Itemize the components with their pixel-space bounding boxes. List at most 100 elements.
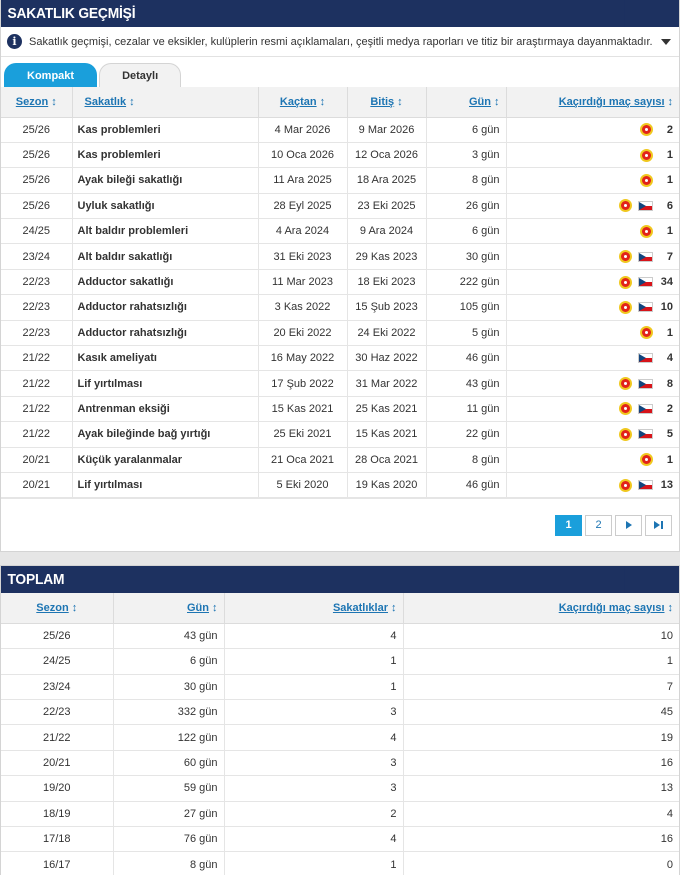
injury-cell: Ayak bileği sakatlığı: [72, 167, 259, 194]
czech-flag-icon[interactable]: [638, 378, 653, 389]
czech-flag-icon[interactable]: [638, 200, 653, 211]
days-cell: 76 gün: [113, 826, 225, 853]
missed-count: 1: [666, 453, 673, 466]
days-cell: 27 gün: [113, 801, 225, 827]
missed-games: 8: [513, 377, 673, 391]
days-cell: 222 gün: [426, 269, 507, 296]
from-date-cell: 16 May 2022: [258, 345, 348, 372]
injuries-cell: 1: [224, 674, 404, 701]
club-crest-icon[interactable]: [619, 427, 632, 441]
missed-count: 2: [666, 402, 673, 415]
from-date-cell: 17 Şub 2022: [258, 370, 348, 397]
col-header-season[interactable]: Sezon ↕: [1, 87, 73, 118]
until-date-cell: 12 Oca 2026: [347, 142, 427, 169]
last-page-button[interactable]: [645, 514, 672, 536]
table-row: 20/21 Lif yırtılması 5 Eki 2020 19 Kas 2020…: [1, 472, 679, 499]
missed-games: 1: [513, 326, 673, 340]
from-date-cell: 11 Mar 2023: [258, 269, 348, 296]
missed-cell: 19: [403, 724, 679, 751]
season-cell: 20/21: [1, 472, 73, 499]
czech-flag-icon[interactable]: [638, 403, 653, 414]
season-cell: 20/21: [1, 750, 114, 777]
days-cell: 105 gün: [426, 294, 507, 321]
info-bar[interactable]: i Sakatlık geçmişi, cezalar ve eksikler,…: [1, 27, 679, 57]
col-header-missed[interactable]: Kaçırdığı maç sayısı ↕: [506, 87, 679, 118]
col-header-missed[interactable]: Kaçırdığı maç sayısı ↕: [403, 593, 679, 624]
col-header-injury[interactable]: Sakatlık ↕: [72, 87, 259, 118]
injuries-cell: 4: [224, 623, 404, 650]
season-cell: 19/20: [1, 775, 114, 802]
missed-cell: 1: [506, 142, 679, 169]
czech-flag-icon[interactable]: [638, 429, 653, 440]
injury-cell: Uyluk sakatlığı: [72, 193, 259, 220]
until-date-cell: 15 Şub 2023: [347, 294, 427, 321]
injury-history-box: SAKATLIK GEÇMİŞİ i Sakatlık geçmişi, cez…: [0, 0, 680, 553]
total-title: TOPLAM: [1, 566, 625, 594]
missed-cell: 16: [403, 750, 679, 777]
missed-cell: 1: [506, 218, 679, 245]
table-row: 22/23 Adductor sakatlığı 11 Mar 2023 18 Eki…: [1, 269, 679, 296]
missed-games: 2: [513, 123, 673, 137]
club-crest-icon[interactable]: [619, 300, 632, 314]
injury-cell: Alt baldır sakatlığı: [72, 243, 259, 270]
missed-games: 4: [513, 352, 673, 364]
czech-flag-icon[interactable]: [638, 353, 653, 364]
injuries-cell: 1: [224, 851, 404, 875]
total-header: TOPLAM: [1, 566, 679, 594]
club-crest-icon[interactable]: [619, 377, 632, 391]
missed-cell: 7: [403, 674, 679, 701]
missed-cell: 10: [506, 294, 679, 321]
col-header-until[interactable]: Bitiş ↕: [347, 87, 427, 118]
col-header-days[interactable]: Gün ↕: [426, 87, 507, 118]
injury-cell: Antrenman eksiği: [72, 396, 259, 423]
next-page-button[interactable]: [615, 514, 642, 536]
club-crest-icon[interactable]: [619, 250, 632, 264]
table-row: 18/19 27 gün 2 4: [1, 801, 679, 827]
days-cell: 3 gün: [426, 142, 507, 169]
czech-flag-icon[interactable]: [638, 480, 653, 491]
czech-flag-icon[interactable]: [638, 302, 653, 313]
injury-history-title: SAKATLIK GEÇMİŞİ: [1, 0, 625, 27]
until-date-cell: 24 Eki 2022: [347, 320, 427, 347]
club-crest-icon[interactable]: [619, 402, 632, 416]
missed-cell: 1: [506, 447, 679, 473]
chevron-down-icon[interactable]: [661, 38, 671, 45]
czech-flag-icon[interactable]: [638, 277, 653, 288]
missed-count: 6: [666, 199, 673, 212]
sort-icon: ↕: [667, 95, 674, 108]
injuries-cell: 3: [224, 699, 404, 726]
injury-table: Sezon ↕ Sakatlık ↕ Kaçtan ↕ Bitiş ↕ Gün ↕ Kaç…: [1, 87, 679, 499]
days-cell: 43 gün: [113, 623, 225, 650]
czech-flag-icon[interactable]: [638, 251, 653, 262]
page-1-button[interactable]: 1: [555, 514, 582, 536]
tab-detayli[interactable]: Detaylı: [99, 63, 182, 87]
sort-icon: ↕: [391, 602, 397, 615]
missed-games: 5: [513, 427, 673, 441]
table-row: 19/20 59 gün 3 13: [1, 775, 679, 802]
missed-cell: 10: [403, 623, 679, 650]
missed-cell: 8: [506, 370, 679, 397]
table-row: 25/26 Kas problemleri 10 Oca 2026 12 Oca 20…: [1, 142, 679, 169]
days-cell: 26 gün: [426, 193, 507, 220]
club-crest-icon[interactable]: [640, 453, 653, 467]
club-crest-icon[interactable]: [640, 326, 653, 340]
until-date-cell: 23 Eki 2025: [347, 193, 427, 220]
col-header-days[interactable]: Gün ↕: [113, 593, 225, 624]
club-crest-icon[interactable]: [619, 199, 632, 213]
from-date-cell: 11 Ara 2025: [258, 167, 348, 194]
table-row: 16/17 8 gün 1 0: [1, 851, 679, 875]
col-header-injuries[interactable]: Sakatlıklar ↕: [224, 593, 404, 624]
page-2-button[interactable]: 2: [585, 514, 612, 536]
col-header-from[interactable]: Kaçtan ↕: [258, 87, 348, 118]
tab-kompakt[interactable]: Kompakt: [4, 63, 98, 87]
club-crest-icon[interactable]: [640, 123, 653, 137]
club-crest-icon[interactable]: [640, 224, 653, 238]
col-header-season[interactable]: Sezon ↕: [1, 593, 114, 624]
missed-games: 1: [513, 173, 673, 187]
club-crest-icon[interactable]: [619, 478, 632, 492]
table-row: 24/25 6 gün 1 1: [1, 648, 679, 675]
club-crest-icon[interactable]: [640, 173, 653, 187]
club-crest-icon[interactable]: [640, 148, 653, 162]
club-crest-icon[interactable]: [619, 275, 632, 289]
total-table-header: Sezon ↕ Gün ↕ Sakatlıklar ↕ Kaçırdığı maç s…: [1, 593, 679, 624]
